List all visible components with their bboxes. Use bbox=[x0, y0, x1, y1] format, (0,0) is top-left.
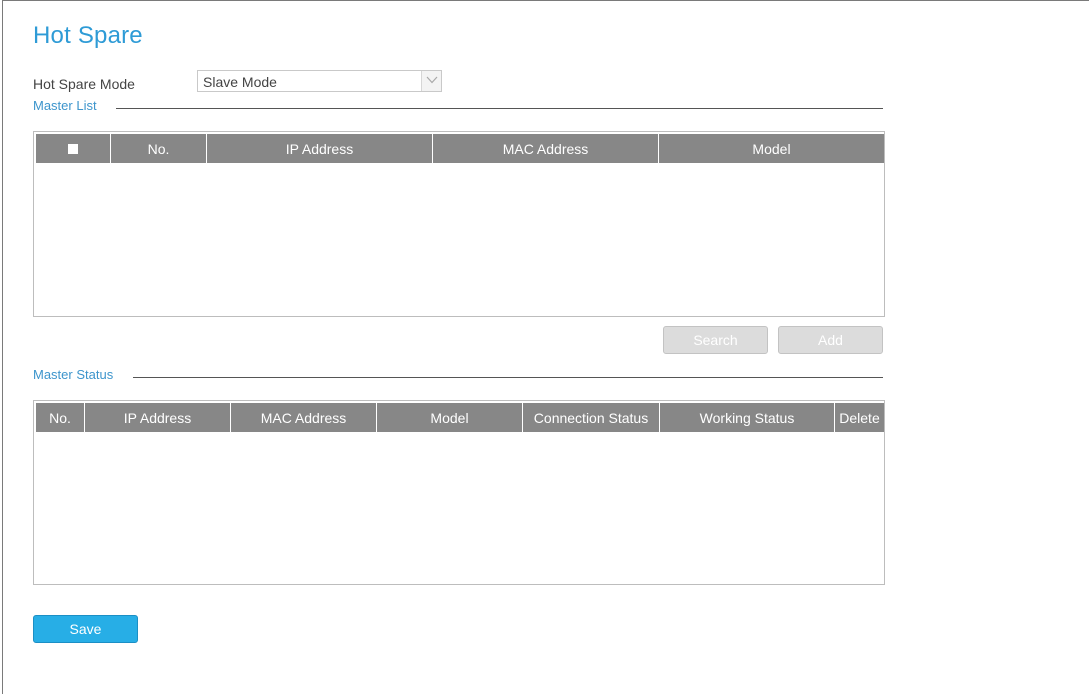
column-header-ip-address: IP Address bbox=[207, 134, 433, 163]
column-header-model: Model bbox=[659, 134, 884, 163]
page-title: Hot Spare bbox=[33, 22, 143, 49]
status-column-header-mac-address: MAC Address bbox=[231, 403, 377, 432]
window-frame bbox=[2, 0, 1089, 694]
status-column-header-working-status: Working Status bbox=[660, 403, 835, 432]
status-column-header-ip-address: IP Address bbox=[85, 403, 231, 432]
column-header-mac-address: MAC Address bbox=[433, 134, 659, 163]
hot-spare-mode-select[interactable]: Slave Mode bbox=[197, 70, 442, 92]
checkbox-icon[interactable] bbox=[68, 143, 78, 154]
master-list-divider bbox=[116, 108, 883, 109]
master-status-header: No. IP Address MAC Address Model Connect… bbox=[36, 403, 884, 432]
status-column-header-model: Model bbox=[377, 403, 523, 432]
status-column-header-no: No. bbox=[36, 403, 85, 432]
master-list-title: Master List bbox=[33, 98, 97, 113]
master-status-divider bbox=[133, 377, 883, 378]
status-column-header-delete: Delete bbox=[835, 403, 884, 432]
save-button[interactable]: Save bbox=[33, 615, 138, 643]
add-button[interactable]: Add bbox=[778, 326, 883, 354]
master-list-table: No. IP Address MAC Address Model bbox=[33, 131, 885, 317]
chevron-down-icon[interactable] bbox=[421, 71, 441, 91]
column-header-no: No. bbox=[111, 134, 207, 163]
master-list-header: No. IP Address MAC Address Model bbox=[36, 134, 884, 163]
master-status-title: Master Status bbox=[33, 367, 114, 382]
status-column-header-connection-status: Connection Status bbox=[523, 403, 660, 432]
hot-spare-mode-value: Slave Mode bbox=[203, 74, 277, 90]
hot-spare-mode-label: Hot Spare Mode bbox=[33, 76, 135, 92]
select-all-checkbox[interactable] bbox=[36, 134, 111, 163]
master-status-table: No. IP Address MAC Address Model Connect… bbox=[33, 400, 885, 585]
search-button[interactable]: Search bbox=[663, 326, 768, 354]
